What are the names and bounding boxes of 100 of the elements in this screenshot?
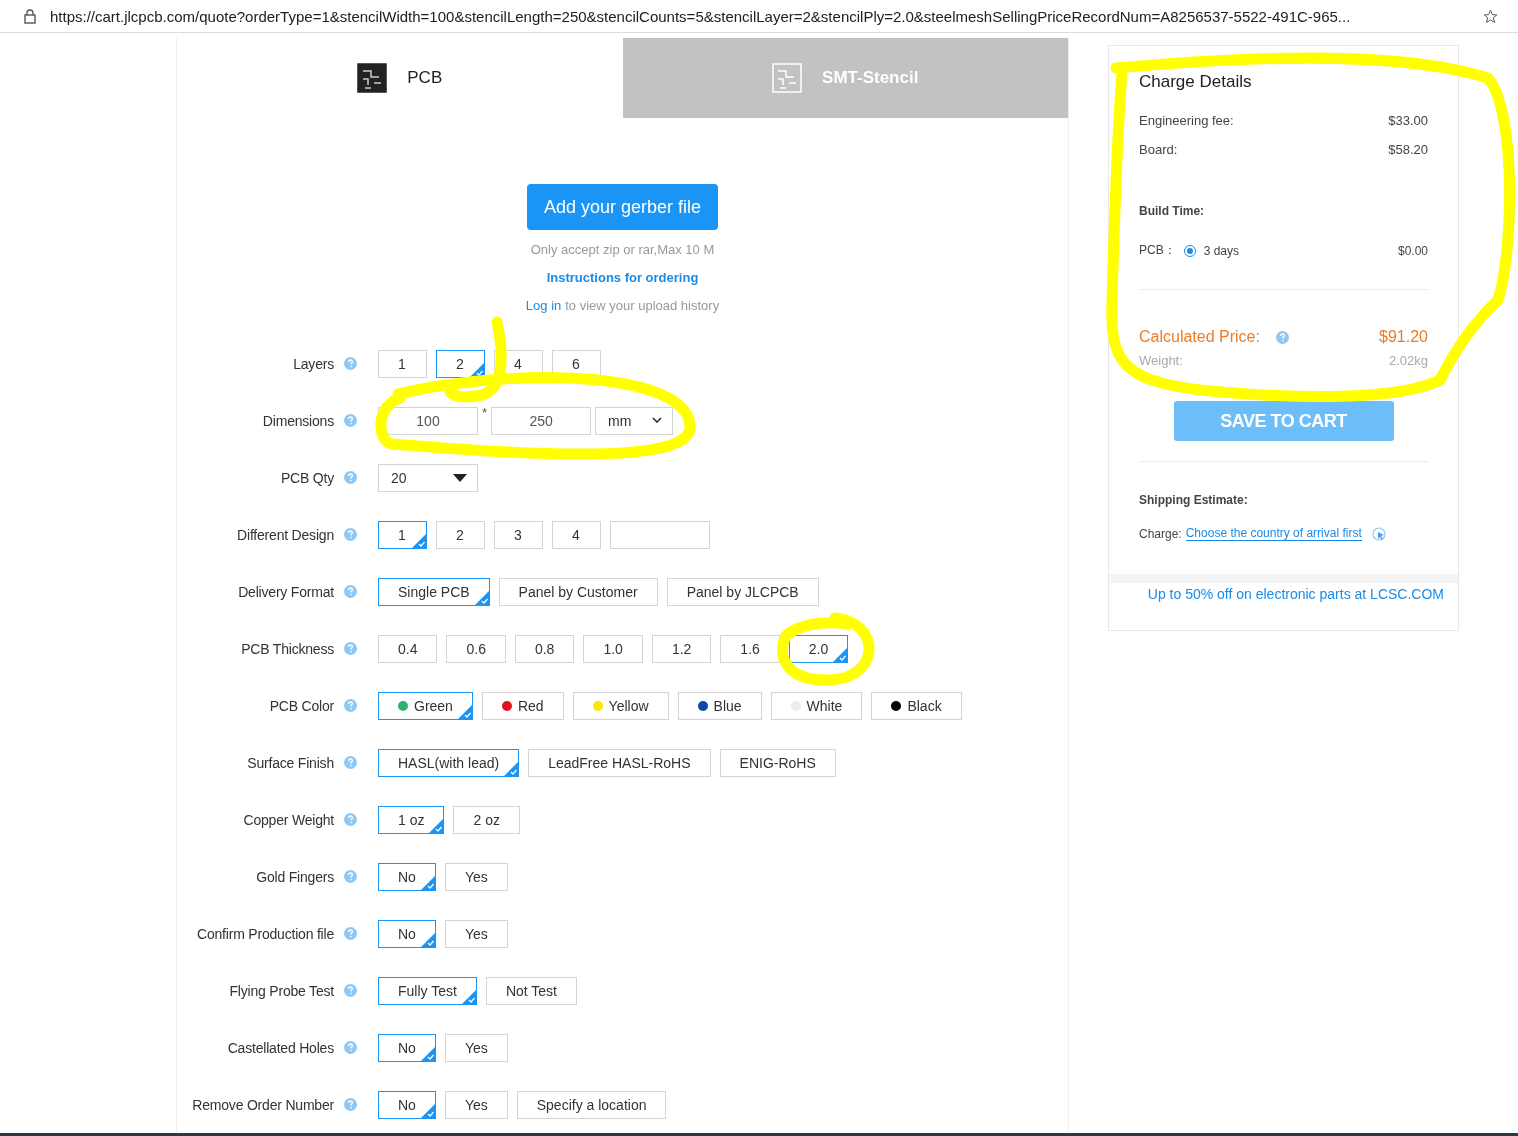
selected-corner-icon [412, 533, 426, 548]
option-button[interactable]: 0.8 [514, 634, 575, 663]
option-button[interactable]: 4 [552, 520, 601, 549]
quantity-field[interactable] [610, 520, 710, 549]
country-link[interactable]: Choose the country of arrival first [1185, 526, 1362, 541]
selected-corner-icon [420, 932, 435, 947]
help-icon [344, 528, 357, 541]
option-button[interactable]: Yellow [572, 691, 669, 720]
option-button[interactable]: 3 [494, 520, 543, 549]
option-button[interactable]: 2.0 [788, 634, 849, 663]
help-icon [344, 756, 357, 769]
option-button[interactable]: Black [871, 691, 962, 720]
selected-corner-icon [470, 362, 484, 377]
help-icon [344, 927, 357, 940]
option-button[interactable]: 2 [436, 520, 485, 549]
field-label: Delivery Format [237, 583, 334, 600]
option-button[interactable]: Yes [444, 919, 508, 948]
option-button[interactable]: No [378, 919, 436, 948]
quantity-select[interactable]: 20 [378, 463, 478, 492]
chevron-down-icon [652, 417, 663, 424]
option-button[interactable]: 2 oz [453, 805, 520, 834]
fee-label: Engineering fee: [1139, 113, 1234, 128]
lock-icon [24, 8, 36, 24]
field-label: Layers [292, 355, 334, 372]
address-url[interactable]: https://cart.jlcpcb.com/quote?orderType=1&stencilWidth=100&stencilLength=250&stencilCounts=5&stencilLayer=2&stencilPly=2.0&steelmeshSellingPriceRecordNum=A8256537-5522-491C-965... [50, 7, 1469, 25]
option-button[interactable]: Green [378, 691, 473, 720]
field-label: PCB Color [268, 697, 334, 714]
selected-corner-icon [504, 761, 519, 776]
field-label: Gold Fingers [255, 868, 334, 885]
selected-corner-icon [474, 590, 489, 605]
field-label: Different Design [236, 526, 334, 543]
price-label: Calculated Price: [1139, 328, 1260, 346]
unit-select[interactable]: mm [595, 406, 674, 435]
help-icon [344, 642, 357, 655]
option-button[interactable]: 1 oz [378, 805, 445, 834]
option-button[interactable]: 1 [378, 349, 427, 378]
help-icon [344, 699, 357, 712]
weight-label: Weight: [1139, 353, 1183, 368]
section-heading: Shipping Estimate: [1139, 493, 1249, 507]
triangle-down-icon [453, 473, 467, 482]
field-label: Remove Order Number [191, 1096, 334, 1113]
length-field[interactable]: 250 [491, 406, 592, 435]
fee-value: $58.20 [1388, 142, 1428, 157]
option-button[interactable]: HASL(with lead) [378, 748, 520, 777]
build-option: 3 days [1203, 243, 1240, 258]
option-button[interactable]: White [770, 691, 863, 720]
upload-history-note: to view your upload history [565, 298, 720, 313]
field-label: PCB Thickness [240, 640, 334, 657]
option-button[interactable]: No [378, 1090, 436, 1119]
help-icon [344, 813, 357, 826]
option-button[interactable]: 0.4 [378, 634, 438, 663]
option-button[interactable]: LeadFree HASL-RoHS [528, 748, 711, 777]
section-heading: Build Time: [1139, 204, 1206, 218]
option-button[interactable]: Single PCB [378, 577, 490, 606]
upload-note: Only accept zip or rar,Max 10 M [530, 242, 715, 257]
option-button[interactable]: 1.6 [720, 634, 780, 663]
option-button[interactable]: Panel by JLCPCB [666, 577, 819, 606]
help-icon [344, 870, 357, 883]
help-icon [1275, 330, 1289, 344]
option-button[interactable]: 1.2 [651, 634, 712, 663]
option-button[interactable]: 2 [436, 349, 485, 378]
login-link[interactable]: Log in [525, 298, 562, 313]
option-button[interactable]: 0.6 [446, 634, 506, 663]
option-button[interactable]: Red [481, 691, 564, 720]
instructions-link[interactable]: Instructions for ordering [546, 270, 699, 285]
option-button[interactable]: ENIG-RoHS [719, 748, 836, 777]
field-label: PCB Qty [279, 469, 334, 486]
star-icon[interactable] [1483, 8, 1498, 24]
promo-link[interactable]: Up to 50% off on electronic parts at LCSC.COM [1109, 583, 1458, 630]
selected-corner-icon [429, 818, 444, 833]
option-button[interactable]: Panel by Customer [498, 577, 658, 606]
build-label: PCB： [1139, 242, 1176, 259]
option-button[interactable]: No [378, 1033, 436, 1062]
selected-corner-icon [420, 1103, 435, 1118]
option-button[interactable]: No [378, 862, 436, 891]
field-label: Copper Weight [242, 811, 334, 828]
pointer-icon [1371, 526, 1386, 541]
times-sign: * [482, 404, 488, 420]
help-icon [344, 1041, 357, 1054]
help-icon [344, 414, 357, 427]
option-button[interactable]: Yes [444, 862, 508, 891]
help-icon [344, 1098, 357, 1111]
weight-value: 2.02kg [1388, 353, 1428, 368]
field-label: Surface Finish [246, 754, 334, 771]
help-icon [344, 471, 357, 484]
fee-value: $33.00 [1388, 113, 1428, 128]
selected-corner-icon [833, 647, 848, 662]
option-button[interactable]: Specify a location [516, 1090, 667, 1119]
option-button[interactable]: 1 [378, 520, 427, 549]
option-button[interactable]: Fully Test [378, 976, 477, 1005]
option-button[interactable]: Not Test [485, 976, 577, 1005]
circuit-board-icon [772, 63, 803, 93]
help-icon [344, 984, 357, 997]
option-button[interactable]: 1.0 [583, 634, 643, 663]
field-label: Confirm Production file [196, 925, 334, 942]
option-button[interactable]: Yes [444, 1090, 508, 1119]
selected-corner-icon [457, 704, 472, 719]
option-button[interactable]: Yes [444, 1033, 508, 1062]
price-value: $91.20 [1379, 328, 1428, 346]
option-button[interactable]: Blue [677, 691, 762, 720]
